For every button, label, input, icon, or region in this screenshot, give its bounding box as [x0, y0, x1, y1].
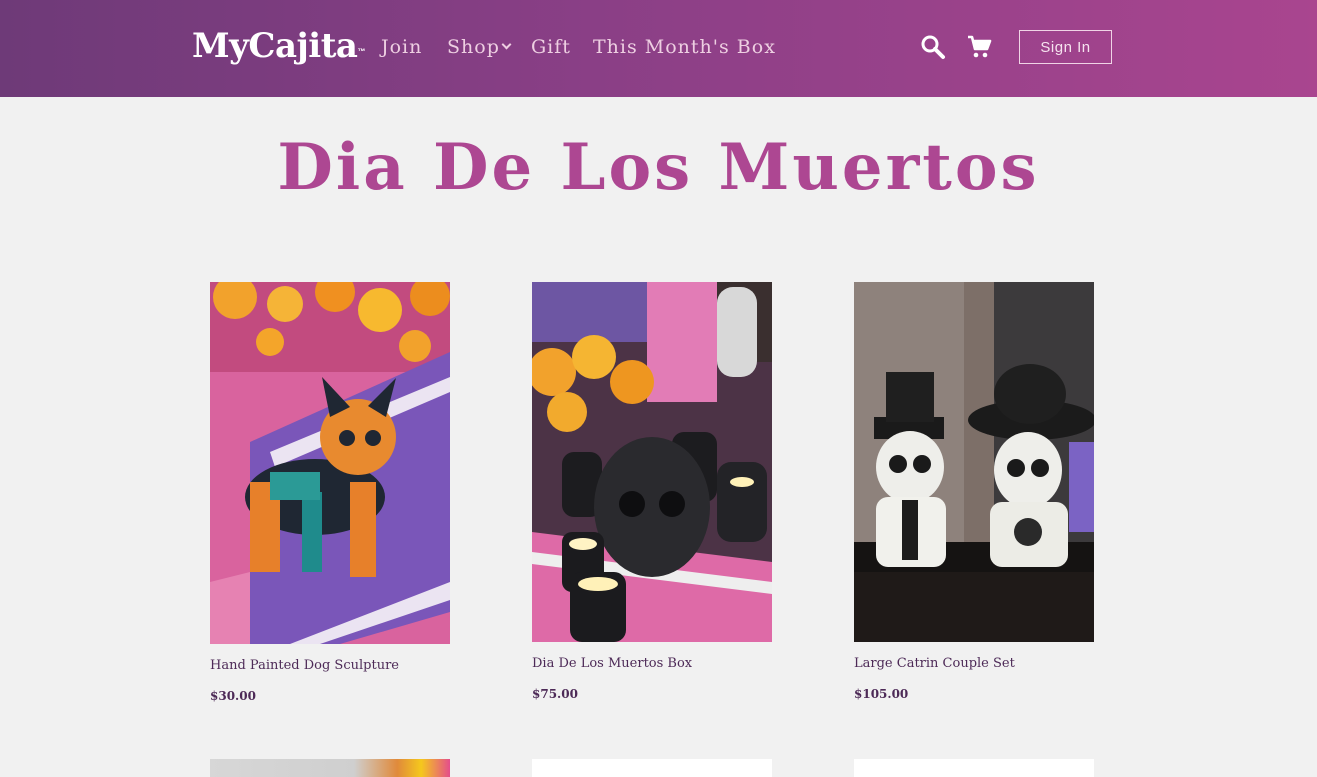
- nav-join-link[interactable]: Join: [381, 34, 422, 60]
- product-photo: [532, 282, 772, 642]
- product-image[interactable]: [854, 282, 1094, 642]
- product-image[interactable]: [210, 759, 450, 777]
- logo-text: MyCajita: [192, 26, 358, 66]
- product-card[interactable]: Dia De Los Muertos Box $75.00: [532, 282, 772, 703]
- product-price: $105.00: [854, 687, 909, 701]
- product-name[interactable]: Hand Painted Dog Sculpture: [210, 657, 450, 675]
- product-card[interactable]: Large Catrin Couple Set $105.00: [854, 282, 1094, 703]
- search-icon: [921, 35, 945, 59]
- nav-shop-menu[interactable]: Shop: [447, 34, 512, 60]
- product-card[interactable]: Hand Painted Dog Sculpture $30.00: [210, 282, 450, 705]
- sign-in-button[interactable]: Sign In: [1019, 30, 1112, 64]
- mycajita-logo[interactable]: MyCajita™: [192, 24, 365, 68]
- nav-shop-label: Shop: [447, 36, 500, 58]
- page-title: Dia De Los Muertos: [277, 130, 1040, 205]
- product-photo: [210, 282, 450, 644]
- product-name[interactable]: Dia De Los Muertos Box: [532, 655, 772, 673]
- product-image[interactable]: [532, 282, 772, 642]
- top-navigation-bar: MyCajita™ Join Shop Gift This Month's Bo…: [0, 0, 1317, 97]
- cart-button[interactable]: [966, 34, 992, 60]
- product-image[interactable]: [210, 282, 450, 644]
- nav-gift-link[interactable]: Gift: [531, 34, 571, 60]
- chevron-down-icon: [501, 39, 512, 50]
- product-photo: [854, 282, 1094, 642]
- cart-icon: [968, 35, 992, 58]
- search-button[interactable]: [920, 34, 946, 60]
- trademark-mark: ™: [357, 47, 365, 56]
- product-price: $75.00: [532, 687, 578, 701]
- product-image[interactable]: [854, 759, 1094, 777]
- nav-this-months-box-link[interactable]: This Month's Box: [593, 34, 776, 60]
- product-name[interactable]: Large Catrin Couple Set: [854, 655, 1094, 673]
- product-price: $30.00: [210, 689, 256, 703]
- product-image[interactable]: [532, 759, 772, 777]
